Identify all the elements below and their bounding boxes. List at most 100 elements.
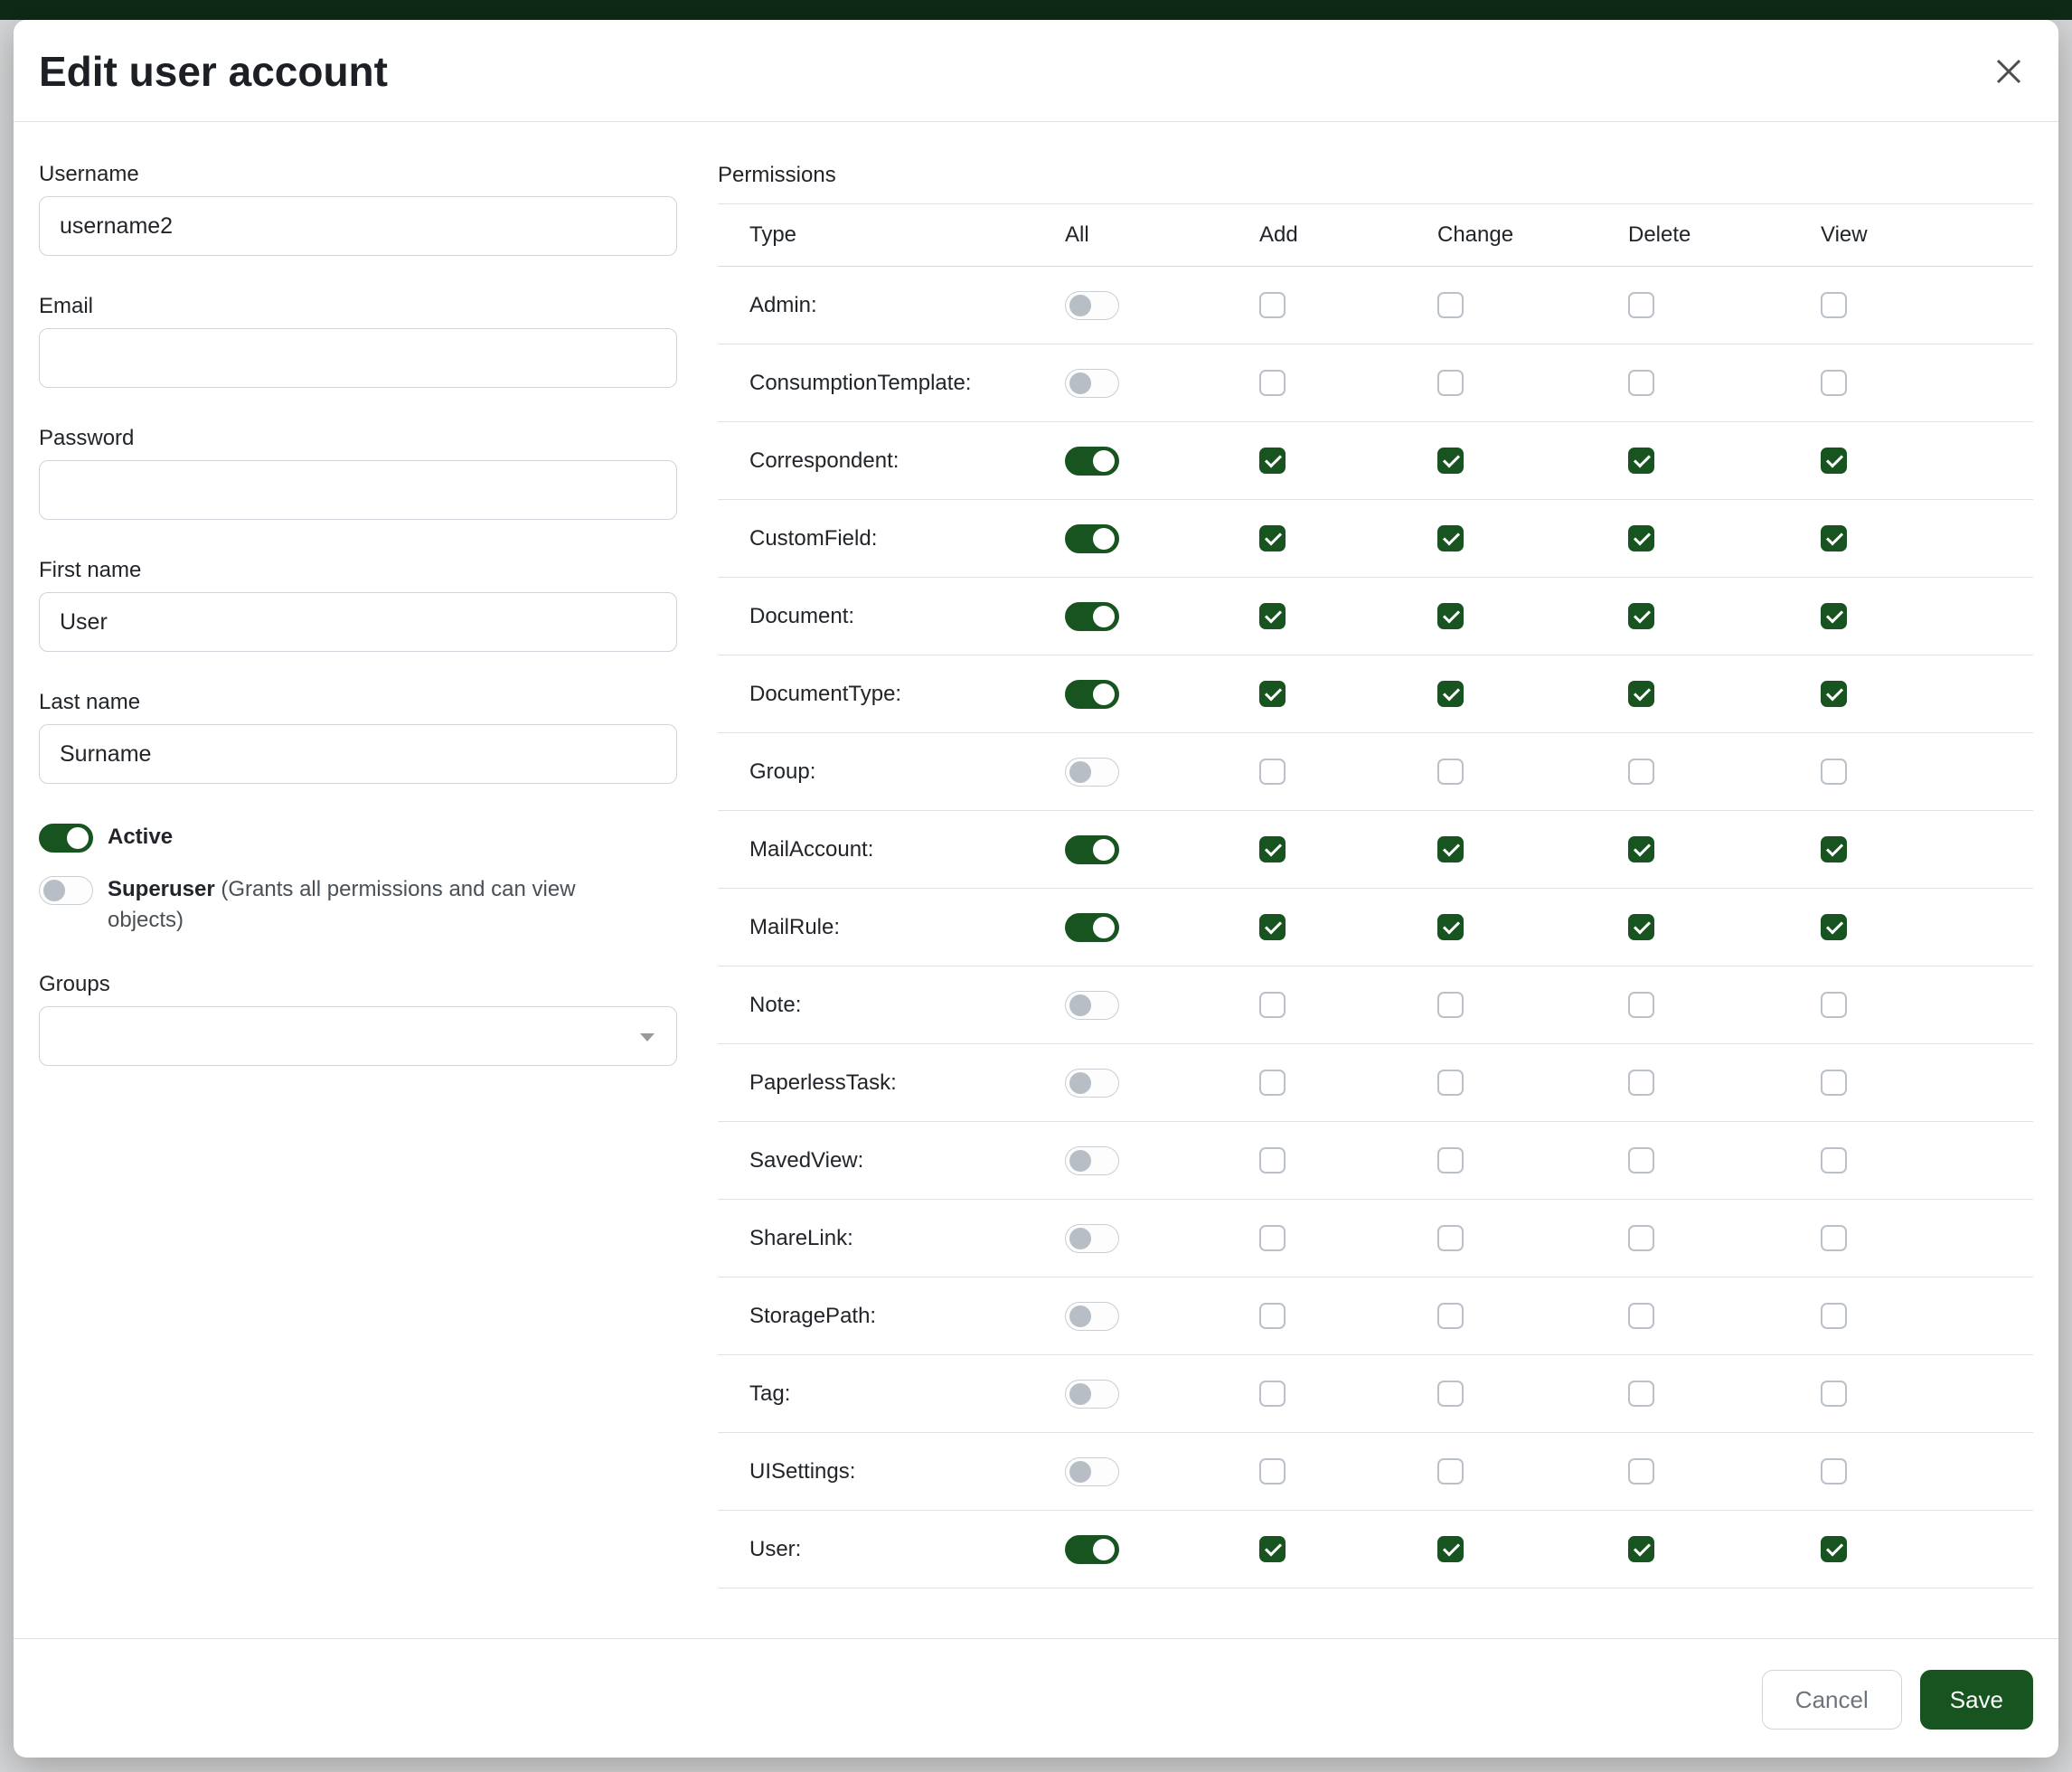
permission-checkbox-delete[interactable]	[1628, 603, 1654, 629]
permission-checkbox-add[interactable]	[1259, 448, 1286, 474]
permission-toggle-all[interactable]	[1065, 758, 1119, 787]
permission-checkbox-add[interactable]	[1259, 525, 1286, 551]
permission-checkbox-view[interactable]	[1821, 914, 1847, 940]
password-field[interactable]	[39, 460, 677, 520]
permission-checkbox-delete[interactable]	[1628, 370, 1654, 396]
permission-checkbox-view[interactable]	[1821, 836, 1847, 862]
permission-checkbox-add[interactable]	[1259, 1458, 1286, 1485]
permission-checkbox-delete[interactable]	[1628, 836, 1654, 862]
close-icon[interactable]	[1984, 47, 2033, 96]
permission-checkbox-add[interactable]	[1259, 759, 1286, 785]
permission-checkbox-view[interactable]	[1821, 1381, 1847, 1407]
permission-checkbox-change[interactable]	[1437, 1303, 1464, 1329]
first-name-group: First name	[39, 558, 677, 652]
permission-checkbox-view[interactable]	[1821, 759, 1847, 785]
permission-checkbox-change[interactable]	[1437, 681, 1464, 707]
active-toggle[interactable]	[39, 824, 93, 853]
permission-type-label: SavedView:	[718, 1148, 1065, 1173]
permission-checkbox-view[interactable]	[1821, 681, 1847, 707]
permission-checkbox-view[interactable]	[1821, 1147, 1847, 1173]
permission-checkbox-add[interactable]	[1259, 1303, 1286, 1329]
permission-checkbox-view[interactable]	[1821, 1070, 1847, 1096]
permission-toggle-all[interactable]	[1065, 369, 1119, 398]
permission-checkbox-change[interactable]	[1437, 759, 1464, 785]
permission-checkbox-change[interactable]	[1437, 603, 1464, 629]
permission-checkbox-delete[interactable]	[1628, 1147, 1654, 1173]
permission-checkbox-view[interactable]	[1821, 1536, 1847, 1562]
permission-checkbox-change[interactable]	[1437, 1381, 1464, 1407]
permission-toggle-all[interactable]	[1065, 447, 1119, 476]
permission-checkbox-add[interactable]	[1259, 992, 1286, 1018]
permission-checkbox-view[interactable]	[1821, 292, 1847, 318]
permission-toggle-all[interactable]	[1065, 680, 1119, 709]
permission-toggle-all[interactable]	[1065, 602, 1119, 631]
permission-checkbox-add[interactable]	[1259, 681, 1286, 707]
permission-toggle-all[interactable]	[1065, 1380, 1119, 1409]
permission-checkbox-view[interactable]	[1821, 603, 1847, 629]
first-name-input[interactable]	[39, 592, 677, 652]
permission-checkbox-view[interactable]	[1821, 525, 1847, 551]
permission-checkbox-view[interactable]	[1821, 992, 1847, 1018]
permission-checkbox-change[interactable]	[1437, 1536, 1464, 1562]
permission-checkbox-view[interactable]	[1821, 1458, 1847, 1485]
permission-checkbox-add[interactable]	[1259, 603, 1286, 629]
permission-checkbox-add[interactable]	[1259, 1381, 1286, 1407]
permission-checkbox-delete[interactable]	[1628, 1458, 1654, 1485]
permission-checkbox-add[interactable]	[1259, 836, 1286, 862]
permission-checkbox-add[interactable]	[1259, 1070, 1286, 1096]
modal-title: Edit user account	[39, 47, 388, 96]
permission-checkbox-change[interactable]	[1437, 836, 1464, 862]
save-button[interactable]: Save	[1920, 1670, 2033, 1730]
permission-checkbox-delete[interactable]	[1628, 292, 1654, 318]
superuser-toggle[interactable]	[39, 876, 93, 905]
permission-checkbox-view[interactable]	[1821, 448, 1847, 474]
permission-checkbox-change[interactable]	[1437, 992, 1464, 1018]
permission-checkbox-add[interactable]	[1259, 1536, 1286, 1562]
permission-checkbox-view[interactable]	[1821, 1225, 1847, 1251]
permission-checkbox-delete[interactable]	[1628, 914, 1654, 940]
last-name-input[interactable]	[39, 724, 677, 784]
permission-toggle-all[interactable]	[1065, 291, 1119, 320]
permission-checkbox-delete[interactable]	[1628, 1225, 1654, 1251]
permission-toggle-all[interactable]	[1065, 835, 1119, 864]
permission-checkbox-change[interactable]	[1437, 370, 1464, 396]
permission-toggle-all[interactable]	[1065, 1069, 1119, 1098]
permission-toggle-all[interactable]	[1065, 1302, 1119, 1331]
permission-checkbox-delete[interactable]	[1628, 525, 1654, 551]
username-input[interactable]	[39, 196, 677, 256]
permission-checkbox-change[interactable]	[1437, 1458, 1464, 1485]
permission-checkbox-add[interactable]	[1259, 1225, 1286, 1251]
permission-checkbox-delete[interactable]	[1628, 681, 1654, 707]
email-field[interactable]	[39, 328, 677, 388]
permission-toggle-all[interactable]	[1065, 1224, 1119, 1253]
permission-checkbox-add[interactable]	[1259, 914, 1286, 940]
permission-toggle-all[interactable]	[1065, 1146, 1119, 1175]
permission-checkbox-delete[interactable]	[1628, 1536, 1654, 1562]
permissions-label: Permissions	[718, 162, 2033, 189]
permission-checkbox-change[interactable]	[1437, 1070, 1464, 1096]
permission-checkbox-change[interactable]	[1437, 448, 1464, 474]
permission-checkbox-delete[interactable]	[1628, 448, 1654, 474]
permission-checkbox-delete[interactable]	[1628, 1303, 1654, 1329]
permission-checkbox-change[interactable]	[1437, 914, 1464, 940]
groups-select[interactable]	[39, 1006, 677, 1066]
permission-checkbox-add[interactable]	[1259, 292, 1286, 318]
permission-checkbox-delete[interactable]	[1628, 1381, 1654, 1407]
permission-toggle-all[interactable]	[1065, 991, 1119, 1020]
permission-checkbox-view[interactable]	[1821, 1303, 1847, 1329]
cancel-button[interactable]: Cancel	[1762, 1670, 1902, 1730]
permission-checkbox-delete[interactable]	[1628, 1070, 1654, 1096]
permission-toggle-all[interactable]	[1065, 524, 1119, 553]
permission-checkbox-add[interactable]	[1259, 1147, 1286, 1173]
permission-toggle-all[interactable]	[1065, 913, 1119, 942]
permission-checkbox-delete[interactable]	[1628, 992, 1654, 1018]
permission-toggle-all[interactable]	[1065, 1535, 1119, 1564]
permission-checkbox-change[interactable]	[1437, 1225, 1464, 1251]
permission-checkbox-change[interactable]	[1437, 292, 1464, 318]
permission-checkbox-view[interactable]	[1821, 370, 1847, 396]
permission-checkbox-add[interactable]	[1259, 370, 1286, 396]
permission-checkbox-change[interactable]	[1437, 1147, 1464, 1173]
permission-checkbox-delete[interactable]	[1628, 759, 1654, 785]
permission-toggle-all[interactable]	[1065, 1457, 1119, 1486]
permission-checkbox-change[interactable]	[1437, 525, 1464, 551]
